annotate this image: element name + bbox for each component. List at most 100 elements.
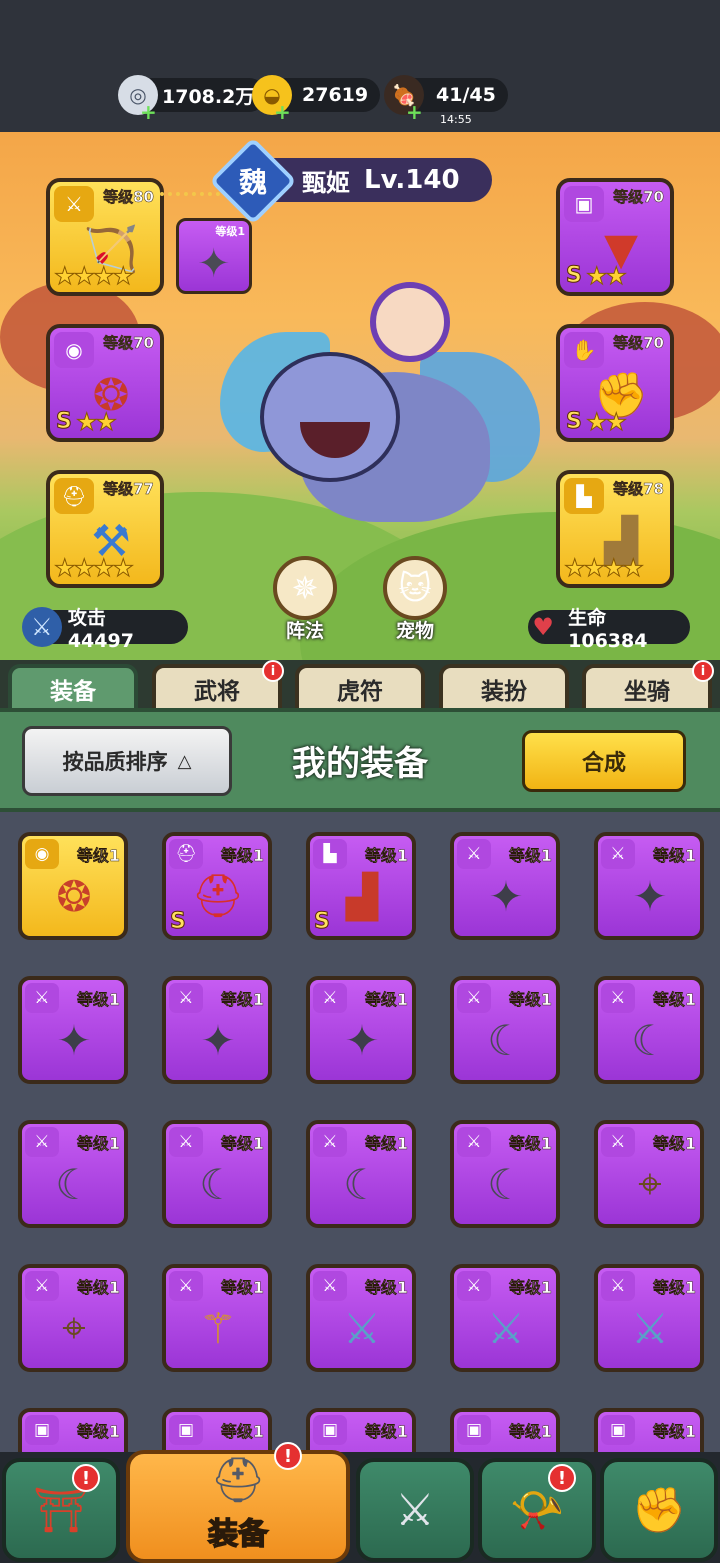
equipment-item[interactable]: ⚔ 等级1 ☾ [594, 976, 704, 1084]
stamina-counter[interactable]: 🍖 41/45 + 14:55 [384, 75, 508, 126]
equipment-item[interactable]: ⚔ 等级1 ✦ [162, 976, 272, 1084]
equipment-item[interactable]: ⚔ 等级1 ☾ [450, 1120, 560, 1228]
tab-mount[interactable]: 坐骑 i [582, 660, 714, 714]
equipment-item[interactable]: ⚔ 等级1 ⚔ [594, 1264, 704, 1372]
s-grade: S [314, 909, 331, 935]
item-level: 等级1 [76, 1422, 121, 1441]
category-icon: ▣ [313, 1415, 347, 1445]
equip-slot-weapon[interactable]: ⚔ 等级80 🏹 ★★★★ [46, 178, 164, 296]
tab-tiger-tally[interactable]: 虎符 [295, 664, 425, 714]
tab-label: 武将 [194, 679, 240, 705]
scimitar-icon: ☾ [487, 1159, 525, 1209]
heart-icon: ♥ [532, 613, 554, 641]
category-icon: ⚔ [169, 1271, 203, 1301]
tab-equipment[interactable]: 装备 [8, 664, 138, 714]
category-icon: ⚔ [457, 1271, 491, 1301]
equipment-item[interactable]: ⚔ 等级1 ⌖ [594, 1120, 704, 1228]
equipment-item[interactable]: ⚔ 等级1 ☾ [18, 1120, 128, 1228]
equipment-item[interactable]: ▙ 等级1 ▟ S [306, 832, 416, 940]
add-stamina-icon[interactable]: + [406, 100, 423, 124]
merge-button[interactable]: 合成 [522, 730, 686, 792]
nav-battle[interactable]: ⚔ [356, 1458, 474, 1562]
slot-level: 等级70 [103, 334, 154, 353]
nav-summon[interactable]: 📯 ! [478, 1458, 596, 1562]
sort-by-quality-button[interactable]: 按品质排序 △ [22, 726, 232, 796]
equip-slot-armor[interactable]: ▣ 等级70 ▼ S ★★ [556, 178, 674, 296]
hero-name: 甄姬 [302, 168, 350, 197]
item-level: 等级1 [652, 846, 697, 865]
stamina-timer: 14:55 [440, 113, 472, 126]
equipment-item[interactable]: ⚔ 等级1 ✦ [450, 832, 560, 940]
tab-outfit[interactable]: 装扮 [439, 664, 569, 714]
star-rating: ★★★★ [563, 554, 644, 583]
item-level: 等级1 [220, 1422, 265, 1441]
tab-label: 装备 [50, 679, 96, 705]
tab-generals[interactable]: 武将 i [152, 660, 284, 714]
equip-slot-gloves[interactable]: ✋ 等级70 ✊ S ★★ [556, 324, 674, 442]
equipment-item[interactable]: ▣等级1▼ [594, 1408, 704, 1452]
item-level: 等级1 [76, 1278, 121, 1297]
helmet-icon: ⛑ [210, 1455, 266, 1506]
item-level: 等级1 [364, 846, 409, 865]
notification-badge: ! [274, 1442, 302, 1470]
add-gold-icon[interactable]: + [274, 100, 291, 124]
equipment-item[interactable]: ⛑ 等级1 ⛑ S [162, 832, 272, 940]
slot-level: 等级1 [215, 225, 245, 238]
equip-slot-accessory[interactable]: ◉ 等级70 ❂ S ★★ [46, 324, 164, 442]
equipment-item[interactable]: ▣等级1▼ [162, 1408, 272, 1452]
equipment-item[interactable]: ⚔ 等级1 ⌖ [18, 1264, 128, 1372]
equipment-item[interactable]: ⚔ 等级1 ✦ [18, 976, 128, 1084]
equipment-item[interactable]: ◉ 等级1 ❂ [18, 832, 128, 940]
equip-slot-boots[interactable]: ▙ 等级78 ▟ ★★★★ [556, 470, 674, 588]
s-grade: S [170, 909, 187, 935]
add-silver-icon[interactable]: + [140, 100, 157, 124]
item-level: 等级1 [652, 990, 697, 1009]
equipment-item[interactable]: ⚔ 等级1 ✦ [306, 976, 416, 1084]
kingdom-badge: 魏 [209, 137, 297, 225]
sort-label: 按品质排序 [62, 750, 168, 774]
equipment-item[interactable]: ▣ 等级1▼ [18, 1408, 128, 1452]
tab-label: 装扮 [481, 679, 527, 705]
category-icon: ▣ [25, 1415, 59, 1445]
shuriken-icon: ✦ [197, 241, 231, 287]
equipment-item[interactable]: ⚔ 等级1 ⚔ [450, 1264, 560, 1372]
silver-counter[interactable]: ◎ 1708.2万 + [118, 75, 267, 124]
armor-icon: ▼ [476, 1442, 536, 1453]
nav-shop[interactable]: ⛩ ! [2, 1458, 120, 1562]
formation-button[interactable]: ✵ 阵法 [270, 556, 340, 643]
equipment-item[interactable]: ⚔ 等级1 ☾ [450, 976, 560, 1084]
compass-icon: ✵ [273, 556, 337, 620]
equipment-item[interactable]: ⚔ 等级1 ☾ [306, 1120, 416, 1228]
equipment-item[interactable]: ⚔ 等级1 ⚚ [162, 1264, 272, 1372]
hero-character[interactable] [220, 252, 540, 552]
nav-equipment[interactable]: ⛑ 装备 ! [126, 1442, 350, 1563]
notification-badge: ! [548, 1464, 576, 1492]
category-icon: ⚔ [601, 1271, 635, 1301]
equipment-item[interactable]: ▣等级1▼ [450, 1408, 560, 1452]
sword-icon: ⚔ [22, 607, 62, 647]
shuriken-icon: ✦ [56, 1015, 92, 1065]
tab-bar: 装备 武将 i 虎符 装扮 坐骑 i [0, 660, 720, 714]
fist-upgrade-icon: ✊ [631, 1485, 687, 1536]
category-icon: ⚔ [313, 983, 347, 1013]
crossbow-icon: ⌖ [638, 1159, 662, 1208]
gold-counter[interactable]: ◒ 27619 + [252, 75, 381, 124]
equipment-item[interactable]: ⚔ 等级1 ☾ [162, 1120, 272, 1228]
notification-badge: ! [72, 1464, 100, 1492]
equipment-item[interactable]: ▣等级1▼ [306, 1408, 416, 1452]
equip-slot-helmet[interactable]: ⛑ 等级77 ⚒ ★★★★ [46, 470, 164, 588]
pet-button[interactable]: 🐱 宠物 [380, 556, 450, 643]
equipment-header: 按品质排序 △ 我的装备 合成 [0, 708, 720, 812]
broadsword-icon: ⚔ [343, 1303, 381, 1353]
equipment-item[interactable]: ⚔ 等级1 ⚔ [306, 1264, 416, 1372]
category-icon: ▣ [601, 1415, 635, 1445]
s-grade: S [56, 409, 73, 435]
category-icon: ⚔ [313, 1127, 347, 1157]
star-rating: ★★★★ [53, 554, 134, 583]
triangle-up-icon: △ [177, 750, 192, 772]
shuriken-icon: ✦ [632, 871, 668, 921]
equipment-item[interactable]: ⚔ 等级1 ✦ [594, 832, 704, 940]
armor-icon: ▼ [44, 1442, 104, 1453]
nav-upgrade[interactable]: ✊ [600, 1458, 718, 1562]
hero-level: Lv.140 [364, 165, 460, 195]
